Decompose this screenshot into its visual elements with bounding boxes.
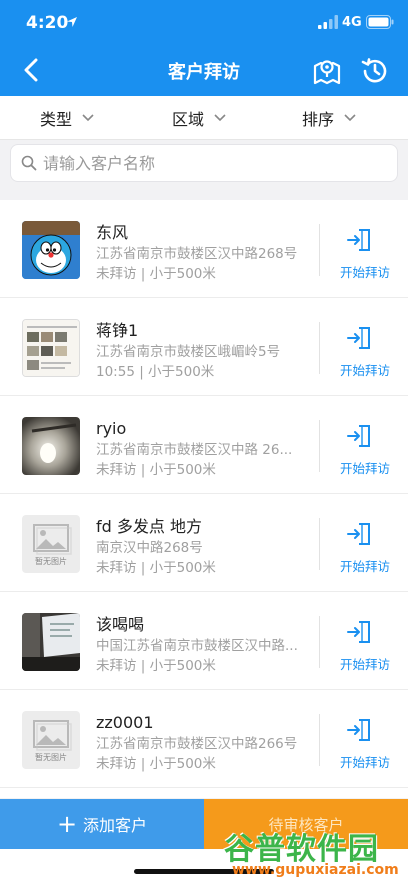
start-visit-button[interactable]: 开始拜访	[322, 614, 408, 672]
customer-address: 南京汉中路268号	[96, 540, 203, 556]
customer-info: ryio 江苏省南京市鼓楼区汉中路 26... 未拜访 | 小于500米	[96, 418, 314, 480]
customer-item[interactable]: 蒋铮1 江苏省南京市鼓楼区峨嵋岭5号 10:55 | 小于500米 开始拜访	[0, 298, 408, 396]
divider	[319, 518, 320, 570]
customer-info: fd 多发点 地方 南京汉中路268号 未拜访 | 小于500米	[96, 516, 314, 578]
watermark: 谷普软件园 www.gupuxiazai.com	[224, 824, 406, 882]
customer-address: 中国江苏省南京市鼓楼区汉中路...	[96, 638, 298, 654]
filter-area[interactable]: 区域	[172, 96, 226, 140]
battery-icon	[366, 15, 394, 29]
divider	[319, 616, 320, 668]
placeholder-label: 暂无图片	[35, 557, 67, 566]
divider	[319, 420, 320, 472]
add-customer-button[interactable]: + 添加客户	[0, 799, 204, 849]
start-visit-label: 开始拜访	[339, 755, 390, 770]
plus-icon: +	[56, 810, 78, 838]
customer-info: 东风 江苏省南京市鼓楼区汉中路268号 未拜访 | 小于500米	[96, 222, 314, 284]
customer-photo-placeholder: 暂无图片	[22, 711, 80, 769]
sign-in-icon	[347, 621, 370, 643]
customer-item[interactable]: 该喝喝 中国江苏省南京市鼓楼区汉中路... 未拜访 | 小于500米 开始拜访	[0, 592, 408, 690]
customer-name: ryio	[96, 419, 127, 438]
customer-name: 蒋铮1	[96, 321, 139, 340]
sign-in-icon	[347, 719, 370, 741]
location-arrow-icon	[67, 17, 77, 27]
customer-name: zz0001	[96, 713, 154, 732]
chevron-down-icon	[344, 114, 356, 122]
network-type: 4G	[342, 15, 362, 30]
customer-status: 10:55 | 小于500米	[96, 364, 215, 380]
customer-info: 蒋铮1 江苏省南京市鼓楼区峨嵋岭5号 10:55 | 小于500米	[96, 320, 314, 382]
start-visit-button[interactable]: 开始拜访	[322, 222, 408, 280]
customer-name: fd 多发点 地方	[96, 517, 202, 536]
page-title: 客户拜访	[168, 62, 240, 83]
start-visit-button[interactable]: 开始拜访	[322, 320, 408, 378]
customer-info: 该喝喝 中国江苏省南京市鼓楼区汉中路... 未拜访 | 小于500米	[96, 614, 314, 676]
customer-status: 未拜访 | 小于500米	[96, 560, 216, 576]
customer-status: 未拜访 | 小于500米	[96, 658, 216, 674]
document-image	[23, 320, 79, 376]
screen-image	[22, 613, 80, 671]
start-visit-label: 开始拜访	[339, 559, 390, 574]
customer-photo	[22, 319, 80, 377]
customer-name: 东风	[96, 223, 129, 242]
sign-in-icon	[347, 523, 370, 545]
start-visit-button[interactable]: 开始拜访	[322, 418, 408, 476]
customer-address: 江苏省南京市鼓楼区峨嵋岭5号	[96, 344, 281, 360]
customer-item[interactable]: ryio 江苏省南京市鼓楼区汉中路 26... 未拜访 | 小于500米 开始拜…	[0, 396, 408, 494]
divider	[319, 714, 320, 766]
filter-type-label: 类型	[40, 110, 73, 129]
start-visit-button[interactable]: 开始拜访	[322, 516, 408, 574]
sign-in-icon	[347, 327, 370, 349]
chevron-down-icon	[82, 114, 94, 122]
nav-bar: 客户拜访	[0, 44, 408, 96]
chevron-down-icon	[214, 114, 226, 122]
divider	[319, 322, 320, 374]
search-input[interactable]	[43, 153, 383, 173]
customer-list: 东风 江苏省南京市鼓楼区汉中路268号 未拜访 | 小于500米 开始拜访 蒋铮…	[0, 200, 408, 798]
add-customer-label: 添加客户	[83, 816, 148, 835]
history-button[interactable]	[358, 54, 392, 88]
map-button[interactable]	[310, 54, 344, 88]
customer-photo-placeholder: 暂无图片	[22, 515, 80, 573]
start-visit-label: 开始拜访	[339, 461, 390, 476]
sign-in-icon	[347, 425, 370, 447]
search-box[interactable]	[10, 144, 398, 182]
search-icon	[21, 155, 37, 171]
customer-address: 江苏省南京市鼓楼区汉中路266号	[96, 736, 298, 752]
customer-item[interactable]: 暂无图片 zz0001 江苏省南京市鼓楼区汉中路266号 未拜访 | 小于500…	[0, 690, 408, 788]
start-visit-label: 开始拜访	[339, 363, 390, 378]
status-bar: 4:20 4G	[0, 0, 408, 44]
customer-photo	[22, 221, 80, 279]
light-image	[22, 417, 80, 475]
app-header: 4:20 4G 客户拜访	[0, 0, 408, 96]
filter-area-label: 区域	[172, 110, 205, 129]
customer-info: zz0001 江苏省南京市鼓楼区汉中路266号 未拜访 | 小于500米	[96, 712, 314, 774]
watermark-url: www.gupuxiazai.com	[232, 862, 399, 878]
filter-type[interactable]: 类型	[40, 96, 94, 140]
history-clock-icon	[361, 58, 387, 83]
sign-in-icon	[347, 229, 370, 251]
customer-photo	[22, 613, 80, 671]
doraemon-image	[22, 221, 80, 279]
filter-sort-label: 排序	[302, 110, 335, 129]
customer-status: 未拜访 | 小于500米	[96, 266, 216, 282]
map-pin-icon	[313, 60, 341, 85]
customer-address: 江苏省南京市鼓楼区汉中路268号	[96, 246, 298, 262]
customer-address: 江苏省南京市鼓楼区汉中路 26...	[96, 442, 293, 458]
search-bar	[0, 140, 408, 192]
customer-status: 未拜访 | 小于500米	[96, 462, 216, 478]
customer-item[interactable]: 暂无图片 fd 多发点 地方 南京汉中路268号 未拜访 | 小于500米 开始…	[0, 494, 408, 592]
divider	[319, 224, 320, 276]
filter-bar: 类型 区域 排序	[0, 96, 408, 140]
customer-item[interactable]: 东风 江苏省南京市鼓楼区汉中路268号 未拜访 | 小于500米 开始拜访	[0, 200, 408, 298]
customer-name: 该喝喝	[96, 615, 145, 634]
filter-sort[interactable]: 排序	[302, 96, 356, 140]
start-visit-button[interactable]: 开始拜访	[322, 712, 408, 770]
start-visit-label: 开始拜访	[339, 657, 390, 672]
placeholder-label: 暂无图片	[35, 753, 67, 762]
start-visit-label: 开始拜访	[339, 265, 390, 280]
signal-icon	[318, 15, 338, 29]
customer-photo	[22, 417, 80, 475]
status-time: 4:20	[26, 13, 69, 33]
customer-status: 未拜访 | 小于500米	[96, 756, 216, 772]
